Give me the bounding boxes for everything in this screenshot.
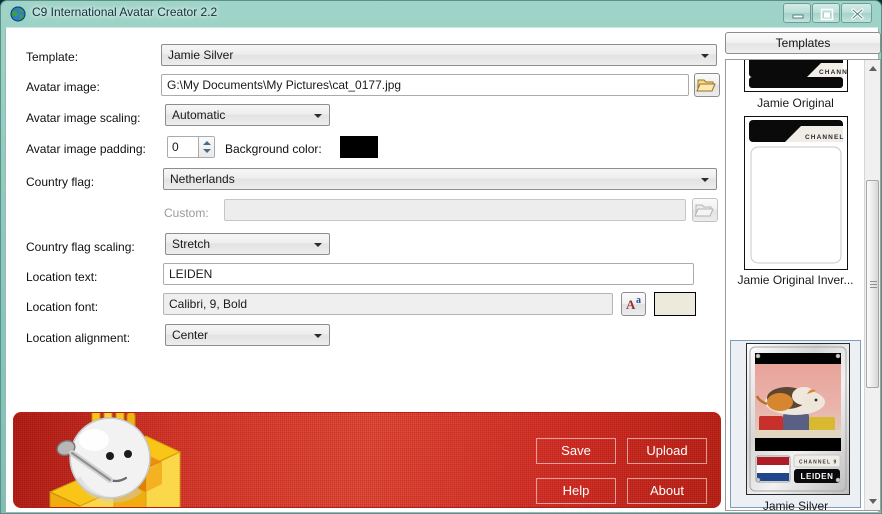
template-name: Jamie Silver — [762, 499, 829, 511]
background-color-label: Background color: — [225, 142, 322, 156]
scrollbar-thumb[interactable] — [866, 180, 879, 388]
action-banner: Save Upload Help About — [13, 412, 721, 508]
template-combobox[interactable]: Jamie Silver — [161, 44, 717, 66]
chevron-down-icon — [314, 334, 322, 338]
custom-browse-button — [692, 198, 718, 222]
template-value: Jamie Silver — [168, 48, 234, 62]
stepper-down-icon — [203, 149, 211, 153]
upload-button[interactable]: Upload — [627, 438, 707, 464]
custom-input — [224, 199, 686, 221]
avatar-image-browse-button[interactable] — [694, 73, 720, 97]
location-text-label: Location text: — [26, 270, 98, 284]
minimize-button[interactable] — [783, 3, 811, 23]
close-button[interactable] — [841, 3, 872, 23]
template-thumbnail[interactable]: CHANNEL 9 LEIDEN — [746, 343, 850, 495]
avatar-image-scaling-label: Avatar image scaling: — [26, 111, 141, 125]
globe-icon — [10, 6, 26, 22]
location-alignment-value: Center — [172, 328, 209, 342]
chevron-down-icon — [701, 54, 709, 58]
templates-scrollbar[interactable] — [864, 60, 880, 510]
application-window: C9 International Avatar Creator 2.2 Temp… — [0, 0, 882, 514]
templates-header-button[interactable]: Templates — [725, 32, 881, 54]
svg-text:CHANNEL 9: CHANNEL 9 — [819, 69, 847, 76]
stepper-buttons[interactable] — [198, 137, 214, 157]
folder-open-icon — [694, 204, 714, 217]
location-text-input[interactable]: LEIDEN — [163, 263, 694, 285]
channel9-niner-mascot — [48, 413, 182, 507]
country-flag-scaling-combobox[interactable]: Stretch — [165, 233, 330, 255]
country-flag-combobox[interactable]: Netherlands — [163, 168, 717, 190]
avatar-image-scaling-combobox[interactable]: Automatic — [165, 104, 330, 126]
save-button[interactable]: Save — [536, 438, 616, 464]
chevron-down-icon — [701, 178, 709, 182]
chevron-down-icon — [314, 243, 322, 247]
folder-open-icon — [696, 79, 716, 92]
country-flag-label: Country flag: — [26, 175, 95, 189]
avatar-image-padding-label: Avatar image padding: — [26, 142, 146, 156]
template-thumbnail[interactable]: CHANNEL 9 — [744, 60, 865, 92]
svg-text:CHANNEL 9: CHANNEL 9 — [799, 460, 837, 466]
country-flag-scaling-label: Country flag scaling: — [26, 240, 135, 254]
svg-text:LEIDEN: LEIDEN — [801, 472, 834, 481]
template-label: Template: — [26, 50, 79, 64]
window-title: C9 International Avatar Creator 2.2 — [32, 5, 218, 19]
scroll-down-arrow-icon[interactable] — [865, 493, 880, 510]
location-font-input: Calibri, 9, Bold — [163, 293, 613, 315]
avatar-image-padding-value: 0 — [172, 140, 179, 154]
template-thumbnail[interactable]: CHANNEL 9 — [744, 116, 851, 270]
avatar-image-value: G:\My Documents\My Pictures\cat_0177.jpg — [167, 78, 402, 92]
avatar-image-label: Avatar image: — [26, 80, 100, 94]
template-name: Jamie Original — [757, 96, 834, 110]
client-area: Template: Jamie Silver Avatar image: G:\… — [5, 27, 881, 513]
about-button[interactable]: About — [627, 478, 707, 504]
font-picker-icon: A — [626, 297, 636, 312]
custom-label: Custom: — [164, 206, 209, 220]
location-font-value: Calibri, 9, Bold — [169, 297, 248, 311]
chevron-down-icon — [314, 114, 322, 118]
help-button[interactable]: Help — [536, 478, 616, 504]
avatar-image-padding-stepper[interactable]: 0 — [167, 136, 215, 158]
font-picker-icon-small: a — [636, 295, 641, 306]
svg-text:CHANNEL 9: CHANNEL 9 — [805, 134, 847, 141]
title-bar[interactable]: C9 International Avatar Creator 2.2 — [1, 1, 881, 27]
avatar-image-input[interactable]: G:\My Documents\My Pictures\cat_0177.jpg — [161, 74, 689, 96]
location-font-color-swatch[interactable] — [654, 292, 696, 316]
avatar-image-scaling-value: Automatic — [172, 108, 226, 122]
stepper-up-icon — [203, 141, 211, 145]
background-color-swatch[interactable] — [340, 136, 378, 158]
maximize-button[interactable] — [812, 3, 840, 23]
templates-list[interactable]: CHANNEL 9 Jamie Original CHANNEL 9 — [725, 59, 881, 511]
country-flag-value: Netherlands — [170, 172, 235, 186]
country-flag-scaling-value: Stretch — [172, 237, 211, 251]
scroll-up-arrow-icon[interactable] — [865, 60, 880, 77]
location-font-label: Location font: — [26, 300, 99, 314]
location-alignment-combobox[interactable]: Center — [165, 324, 330, 346]
location-font-picker-button[interactable]: A a — [621, 292, 646, 316]
template-name: Jamie Original Inver... — [737, 273, 854, 287]
location-text-value: LEIDEN — [169, 267, 213, 281]
location-alignment-label: Location alignment: — [26, 331, 131, 345]
